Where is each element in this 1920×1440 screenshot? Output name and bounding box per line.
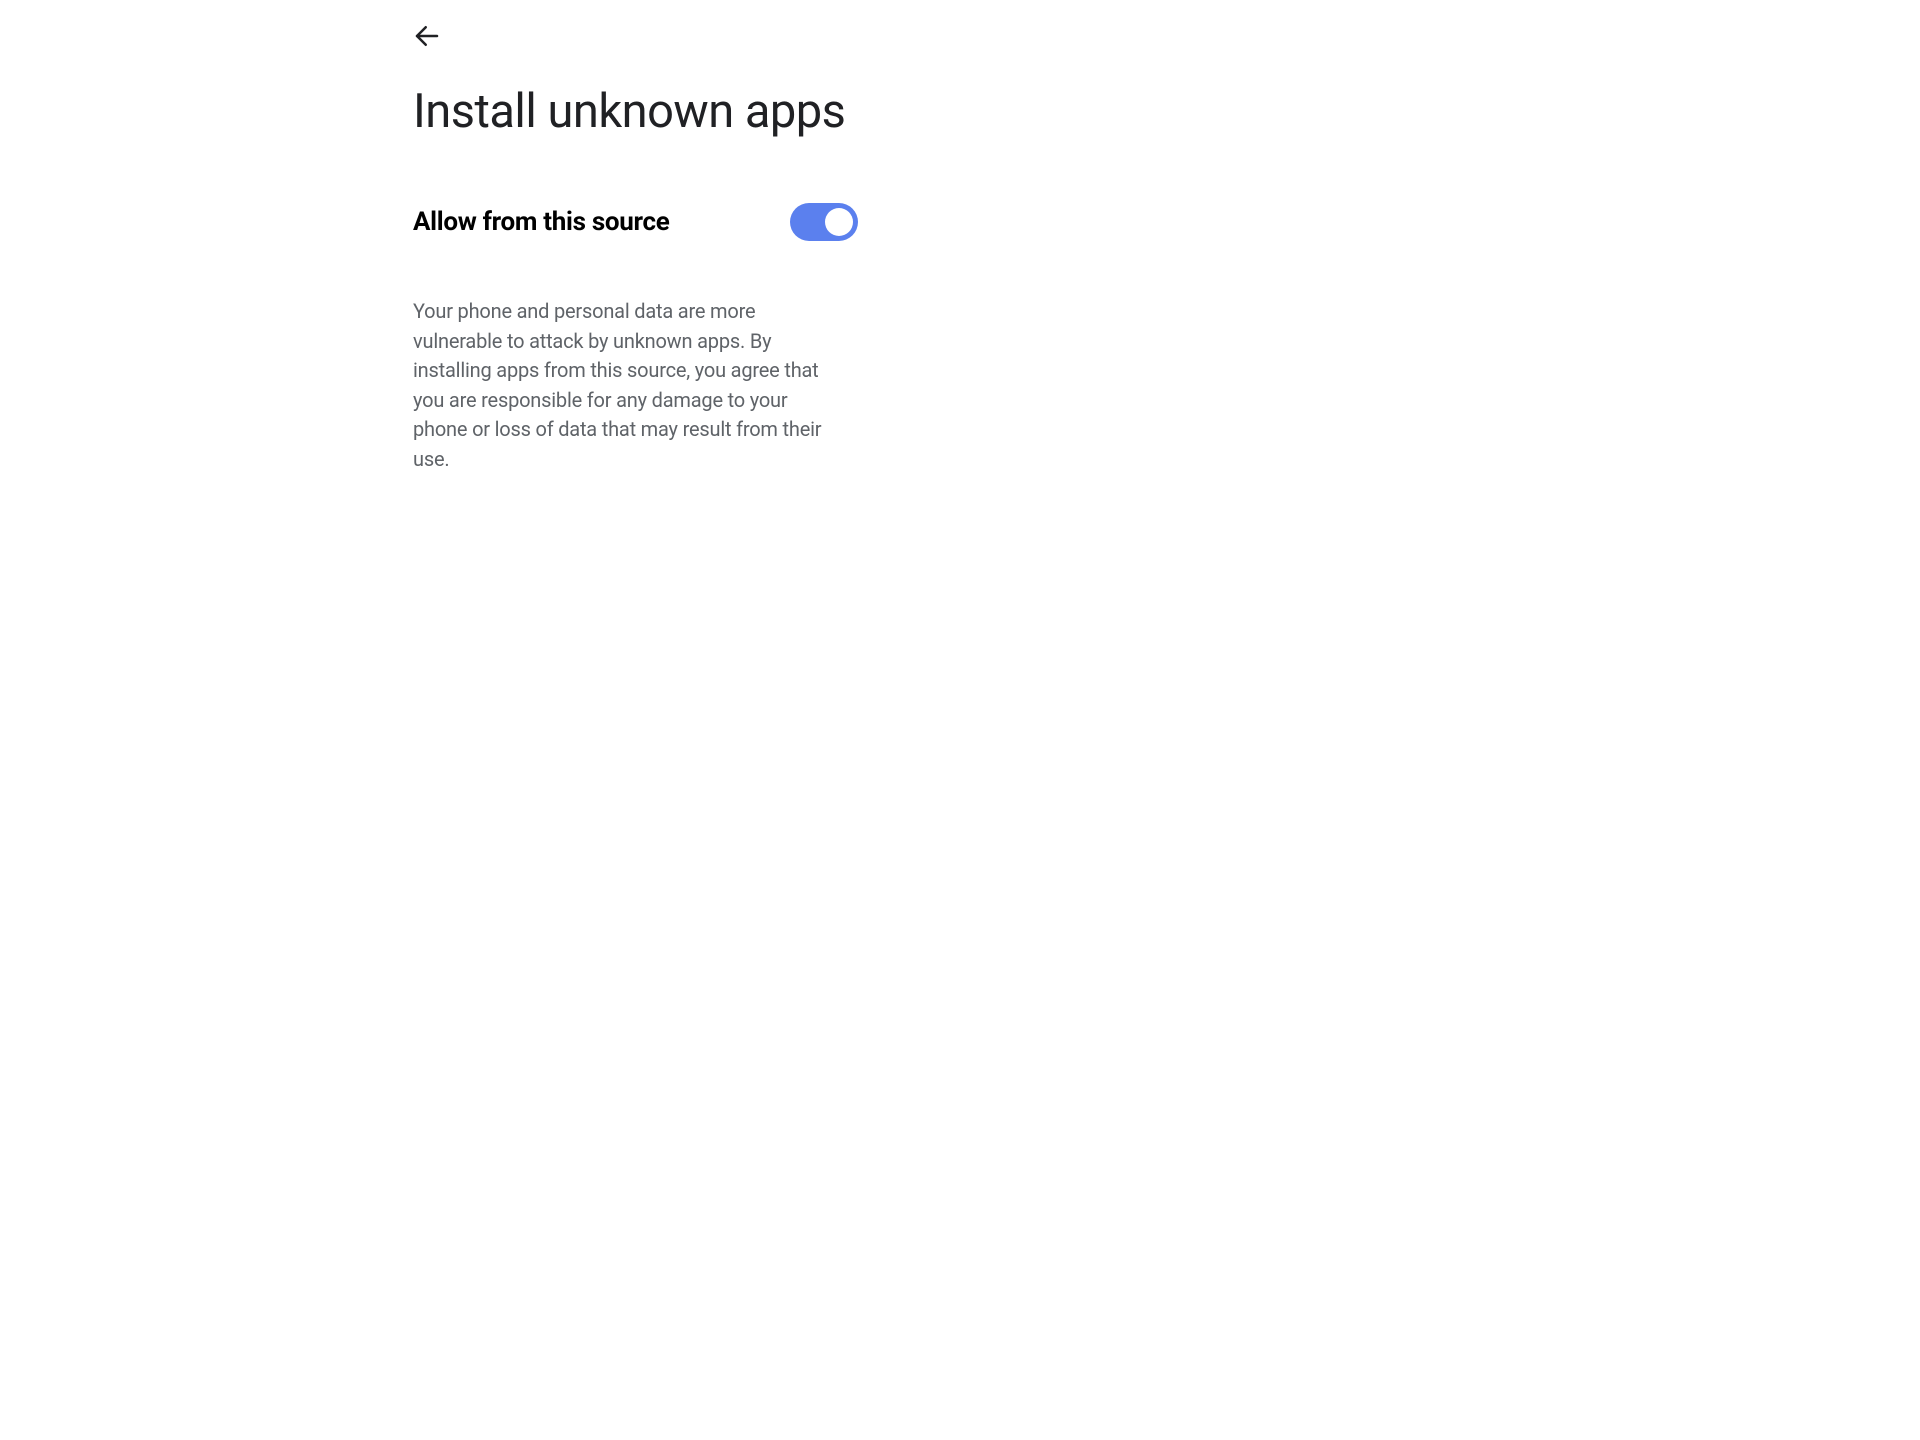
toggle-knob xyxy=(825,208,853,236)
back-button[interactable] xyxy=(403,12,451,60)
page-title: Install unknown apps xyxy=(413,84,1920,139)
allow-source-setting-row[interactable]: Allow from this source xyxy=(413,203,858,241)
allow-source-label: Allow from this source xyxy=(413,207,669,237)
arrow-back-icon xyxy=(412,21,442,51)
allow-source-toggle[interactable] xyxy=(790,203,858,241)
settings-page: Install unknown apps Allow from this sou… xyxy=(0,0,1920,475)
warning-text: Your phone and personal data are more vu… xyxy=(413,297,843,475)
